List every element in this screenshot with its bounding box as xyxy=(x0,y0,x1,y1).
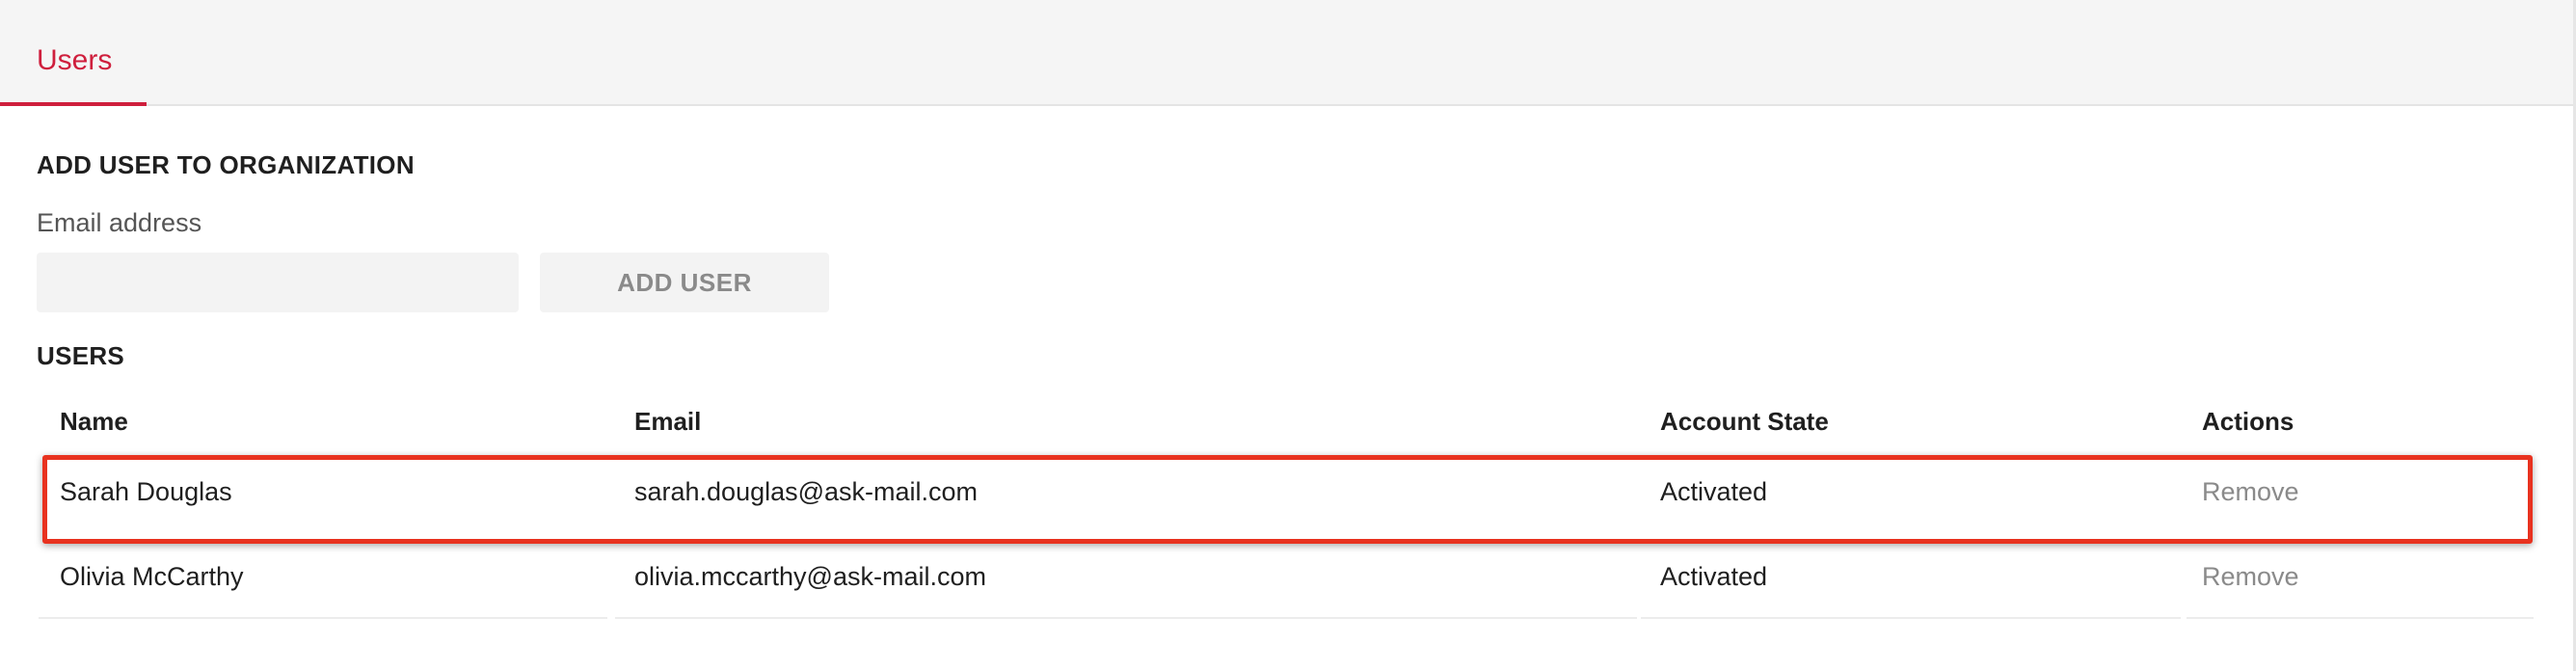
table-header-row: Name Email Account State Actions xyxy=(39,386,2534,449)
actions-cell: Remove xyxy=(2202,449,2530,534)
user-name-cell: Olivia McCarthy xyxy=(60,561,244,591)
user-email-cell: olivia.mccarthy@ask-mail.com xyxy=(634,561,986,591)
table-row: Sarah Douglas sarah.douglas@ask-mail.com… xyxy=(39,449,2534,534)
tab-users[interactable]: Users xyxy=(0,0,147,106)
account-state-cell: Activated xyxy=(1660,476,1768,506)
add-user-section-title: ADD USER TO ORGANIZATION xyxy=(37,150,415,179)
users-section-title: USERS xyxy=(37,341,125,370)
table-row: Olivia McCarthy olivia.mccarthy@ask-mail… xyxy=(39,534,2534,619)
column-header-account-state: Account State xyxy=(1660,406,1829,436)
user-name-cell: Sarah Douglas xyxy=(60,476,232,506)
tab-bar: Users xyxy=(0,0,2573,106)
email-address-input[interactable] xyxy=(37,253,519,312)
users-table: Name Email Account State Actions Sarah D… xyxy=(39,386,2534,619)
account-state-cell: Activated xyxy=(1660,561,1768,591)
row-divider xyxy=(1641,617,2181,619)
email-address-label: Email address xyxy=(37,208,202,237)
user-email-cell: sarah.douglas@ask-mail.com xyxy=(634,476,979,506)
column-header-name: Name xyxy=(60,406,128,436)
column-header-email: Email xyxy=(634,406,702,436)
column-header-actions: Actions xyxy=(2202,406,2294,436)
row-divider xyxy=(615,617,1637,619)
add-user-button[interactable]: ADD USER xyxy=(540,253,829,312)
row-divider xyxy=(39,617,607,619)
remove-user-button[interactable]: Remove xyxy=(2202,562,2299,592)
remove-user-button[interactable]: Remove xyxy=(2202,477,2299,507)
row-divider xyxy=(2187,617,2534,619)
users-page: Users ADD USER TO ORGANIZATION Email add… xyxy=(0,0,2576,671)
actions-cell: Remove xyxy=(2202,534,2530,619)
